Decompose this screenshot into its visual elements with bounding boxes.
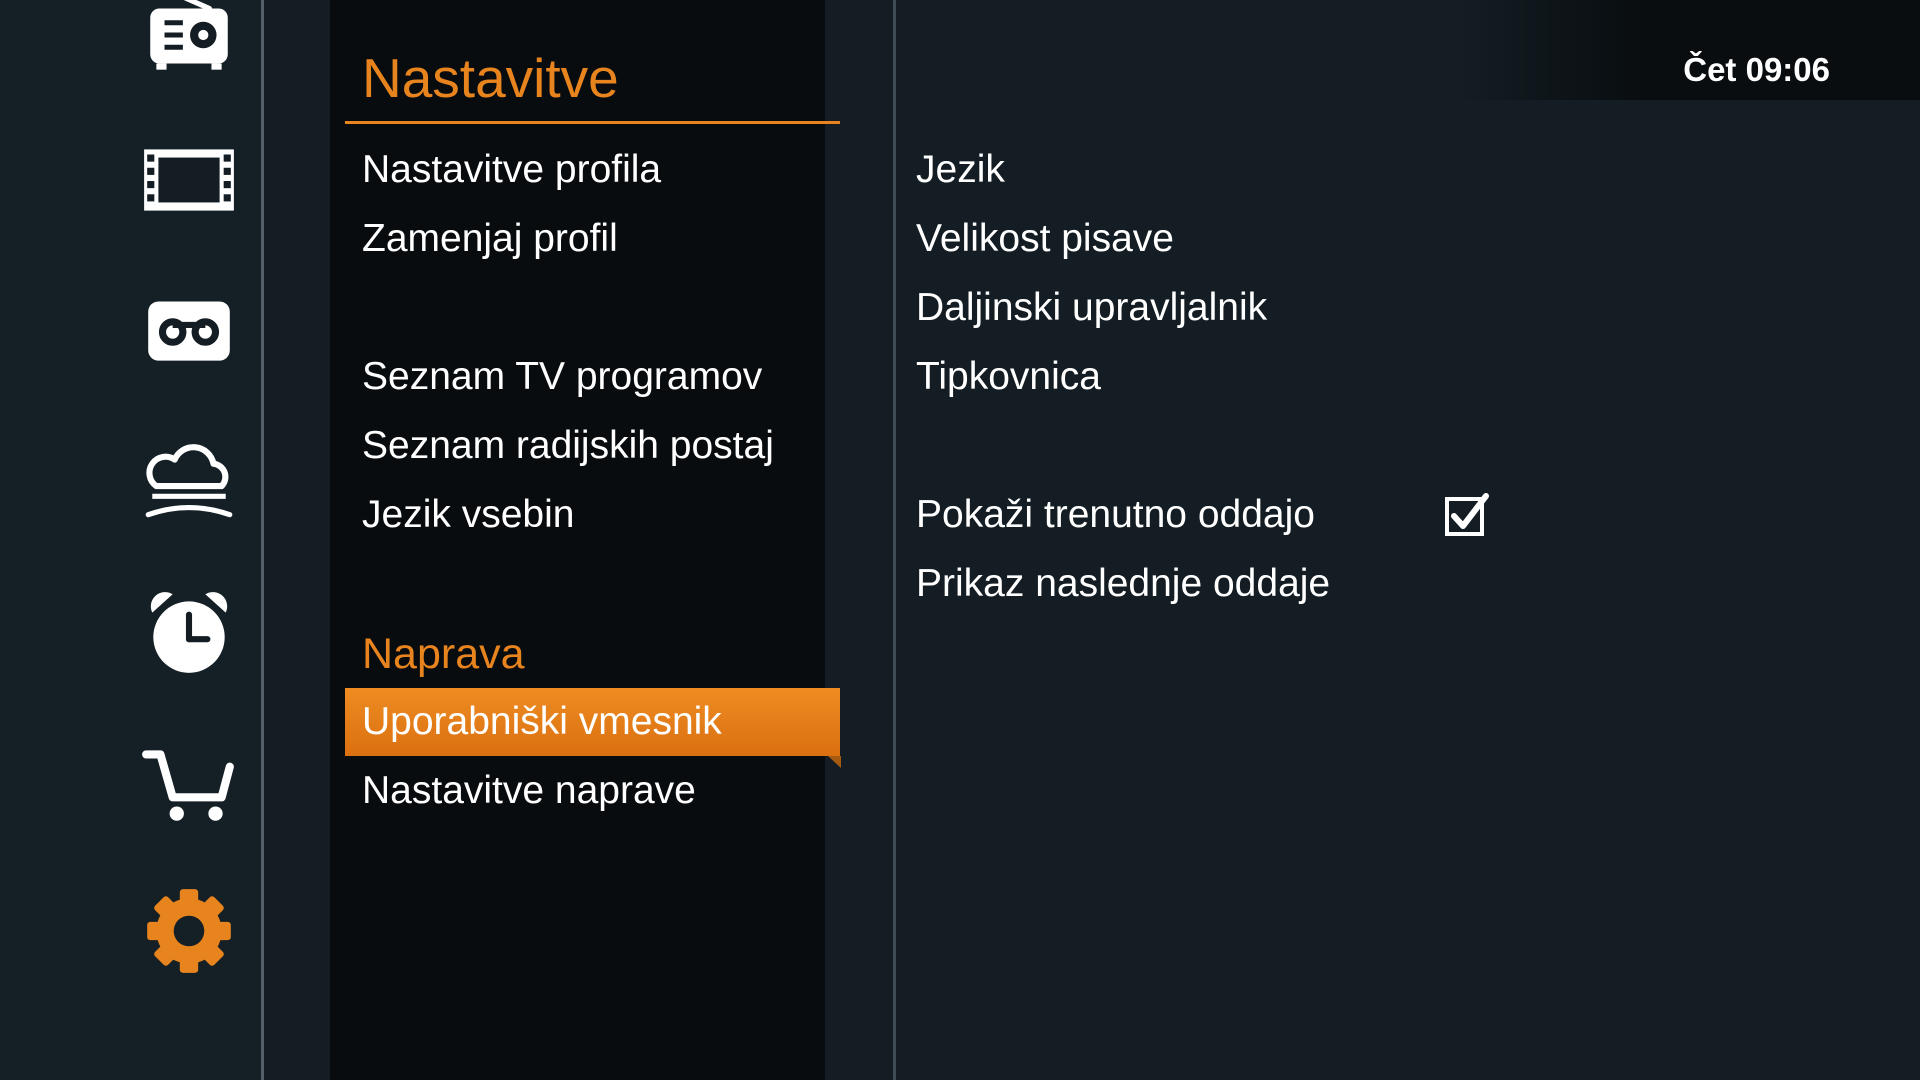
menu-item-user-interface[interactable]: Uporabniški vmesnik: [345, 688, 841, 768]
menu-item-switch-profile[interactable]: Zamenjaj profil: [345, 205, 840, 273]
menu-item-profile-settings[interactable]: Nastavitve profila: [345, 136, 840, 204]
clock-bar: Čet 09:06: [1460, 0, 1920, 100]
show-current-program-checkbox[interactable]: [1444, 492, 1490, 538]
option-show-next-program[interactable]: Prikaz naslednje oddaje: [900, 550, 1500, 618]
checkmark-icon: [1445, 493, 1489, 536]
option-remote-control[interactable]: Daljinski upravljalnik: [900, 274, 1500, 342]
option-font-size[interactable]: Velikost pisave: [900, 205, 1500, 273]
sidebar-divider: [261, 0, 264, 1080]
option-show-current-program[interactable]: Pokaži trenutno oddajo: [900, 481, 1500, 549]
radio-icon[interactable]: [138, 0, 240, 86]
clock: Čet 09:06: [1683, 51, 1830, 88]
section-heading-device: Naprava: [362, 630, 525, 678]
menu-item-device-settings[interactable]: Nastavitve naprave: [345, 757, 840, 825]
menu-item-tv-channel-list[interactable]: Seznam TV programov: [345, 343, 840, 411]
page-title: Nastavitve: [362, 47, 619, 109]
alarm-clock-icon[interactable]: [138, 580, 240, 682]
recording-icon[interactable]: [138, 279, 240, 381]
menu-item-radio-station-list[interactable]: Seznam radijskih postaj: [345, 412, 840, 480]
cart-icon[interactable]: [138, 732, 240, 834]
option-language[interactable]: Jezik: [900, 136, 1500, 204]
options-divider: [893, 0, 896, 1080]
sidebar: [0, 0, 262, 1080]
menu-item-content-language[interactable]: Jezik vsebin: [345, 481, 840, 549]
title-underline: [345, 121, 840, 124]
gear-icon[interactable]: [138, 880, 240, 982]
film-icon[interactable]: [138, 129, 240, 231]
cloud-icon[interactable]: [138, 429, 240, 531]
option-keyboard[interactable]: Tipkovnica: [900, 343, 1500, 411]
